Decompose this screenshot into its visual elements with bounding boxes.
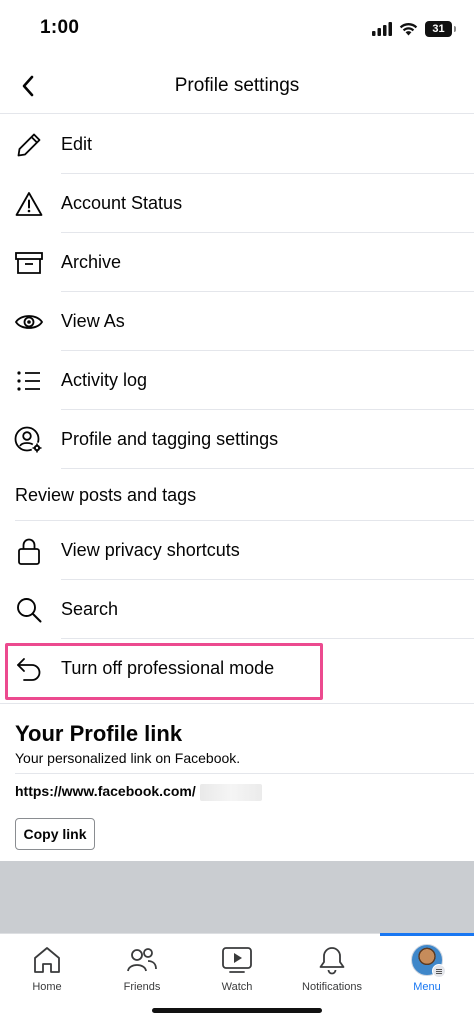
settings-item-label: Edit (61, 134, 93, 154)
user-gear-icon (13, 424, 45, 456)
settings-item-label: View privacy shortcuts (61, 540, 240, 560)
settings-item-label: Review posts and tags (15, 484, 197, 505)
settings-item-label: Activity log (61, 370, 148, 390)
settings-item-label: Profile and tagging settings (61, 429, 279, 449)
page-title: Profile settings (174, 75, 300, 96)
settings-item-profile-tagging[interactable]: Profile and tagging settings (0, 410, 474, 469)
tab-home[interactable]: Home (0, 934, 94, 1023)
settings-item-label: View As (61, 311, 125, 331)
settings-item-label: Search (61, 599, 119, 619)
settings-item-review-posts[interactable]: Review posts and tags (0, 469, 474, 521)
profile-link-section: Your Profile link Your personalized link… (0, 703, 474, 861)
settings-list: Edit Account Status Archive View As Acti… (0, 115, 474, 698)
menu-avatar-wrap (380, 944, 474, 978)
battery-indicator: 31 (425, 21, 456, 37)
tab-label: Watch (221, 981, 253, 993)
tab-label: Friends (123, 981, 161, 993)
bell-icon (285, 944, 379, 976)
profile-link-subtitle: Your personalized link on Facebook. (15, 750, 241, 766)
status-icons: 31 (372, 19, 456, 39)
status-bar: 1:00 31 (0, 0, 474, 58)
profile-link-title: Your Profile link (15, 721, 183, 746)
lock-icon (13, 535, 45, 567)
redacted-username (200, 784, 262, 801)
warning-icon (13, 188, 45, 220)
avatar (411, 944, 446, 978)
eye-icon (13, 306, 45, 338)
divider (15, 773, 474, 774)
gray-overlay-band (0, 861, 474, 933)
tab-label: Home (32, 981, 62, 993)
cellular-signal-icon (372, 22, 392, 36)
settings-item-view-as[interactable]: View As (0, 292, 474, 351)
settings-item-activity-log[interactable]: Activity log (0, 351, 474, 410)
wifi-icon (399, 22, 418, 36)
settings-item-label: Archive (61, 252, 122, 272)
settings-item-label: Account Status (61, 193, 183, 213)
settings-item-archive[interactable]: Archive (0, 233, 474, 292)
pencil-icon (13, 129, 45, 161)
watch-icon (190, 944, 284, 976)
home-icon (0, 944, 94, 976)
search-icon (13, 594, 45, 626)
tab-label: Notifications (302, 981, 362, 993)
tab-menu[interactable]: Menu (380, 933, 474, 1023)
settings-item-label: Turn off professional mode (61, 658, 275, 678)
settings-item-privacy-shortcuts[interactable]: View privacy shortcuts (0, 521, 474, 580)
profile-url: https://www.facebook.com/ (15, 783, 196, 799)
undo-arrow-icon (13, 653, 45, 685)
friends-icon (95, 944, 189, 976)
archive-box-icon (13, 247, 45, 279)
status-time: 1:00 (40, 17, 80, 38)
menu-badge-icon (432, 964, 446, 978)
tab-label: Menu (413, 981, 441, 993)
copy-link-button[interactable]: Copy link (15, 818, 95, 850)
settings-item-turn-off-professional-mode[interactable]: Turn off professional mode (0, 639, 474, 698)
settings-item-account-status[interactable]: Account Status (0, 174, 474, 233)
list-icon (13, 365, 45, 397)
settings-item-search[interactable]: Search (0, 580, 474, 639)
home-indicator (152, 1008, 322, 1013)
settings-item-edit[interactable]: Edit (0, 115, 474, 174)
header: Profile settings (0, 58, 474, 114)
